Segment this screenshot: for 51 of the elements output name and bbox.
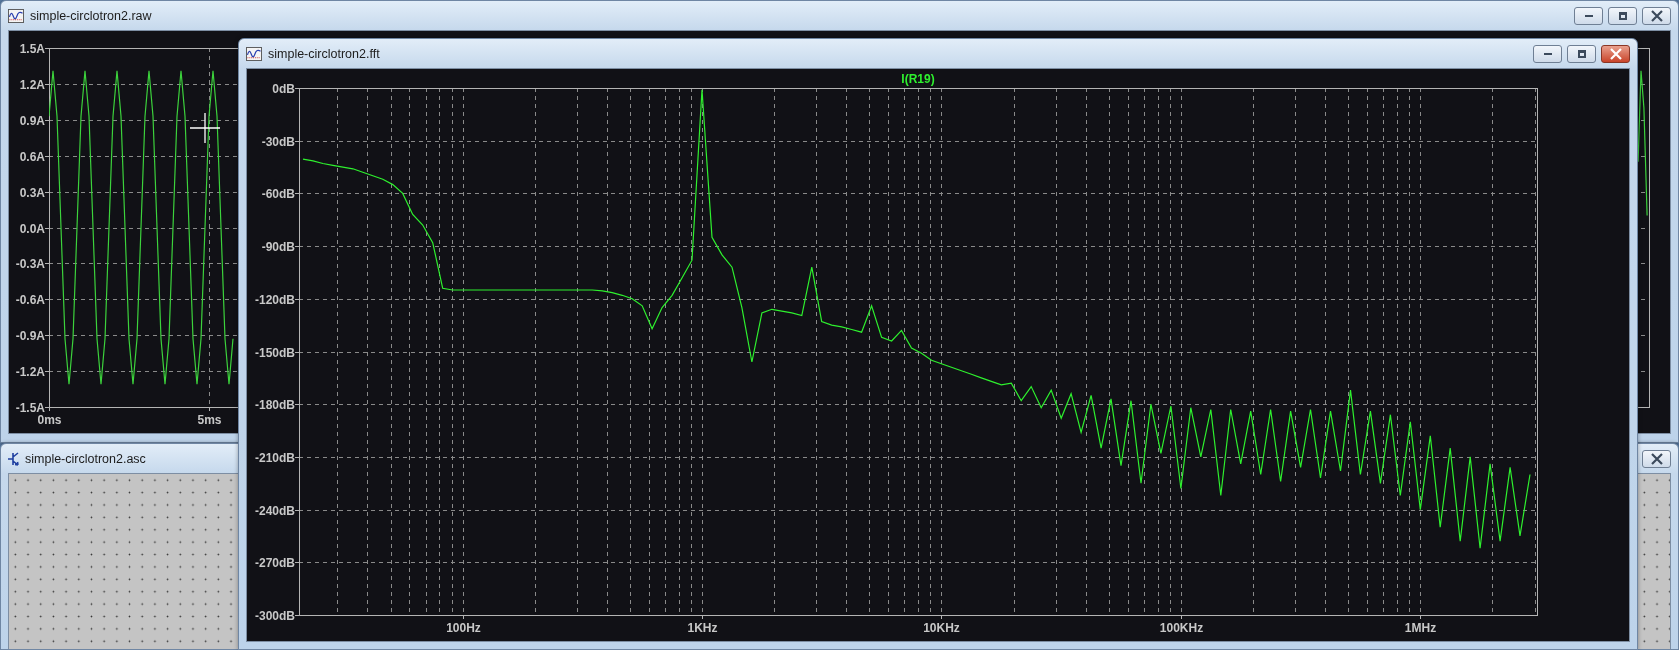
axis-label: 1.5A (19, 41, 45, 56)
axis-label: -150dB (255, 345, 295, 360)
axis-label: 1KHz (687, 621, 718, 635)
axis-label: 1MHz (1404, 621, 1437, 635)
axis-label: -1.2A (15, 364, 45, 379)
axis-label: 0.0A (19, 221, 45, 236)
axis-label: -180dB (255, 397, 295, 412)
maximize-button[interactable] (1608, 6, 1637, 25)
axis-label: -240dB (255, 503, 295, 518)
axis-label: 10KHz (923, 621, 960, 635)
minimize-button[interactable] (1533, 44, 1562, 63)
crosshair-cursor-icon (189, 112, 221, 144)
maximize-icon (1577, 49, 1586, 58)
axis-label: -120dB (255, 292, 295, 307)
minimize-icon (1543, 52, 1552, 55)
close-icon (1650, 452, 1663, 465)
close-icon (1650, 9, 1663, 22)
axis-label: -1.5A (15, 400, 45, 415)
close-button[interactable] (1601, 44, 1630, 63)
axis-label: 0.3A (19, 185, 45, 200)
axis-label: -30dB (261, 134, 295, 149)
window-title: simple-circlotron2.asc (25, 451, 146, 466)
transistor-icon (8, 451, 19, 466)
minimize-button[interactable] (1574, 6, 1603, 25)
axis-label: 0dB (272, 81, 295, 96)
axis-label: -60dB (261, 186, 295, 201)
axis-label: -0.6A (15, 292, 45, 307)
minimize-icon (1584, 14, 1593, 17)
axis-label: 100Hz (446, 621, 481, 635)
axis-label: -90dB (261, 239, 295, 254)
axis-label: -300dB (255, 608, 295, 623)
waveform-icon (246, 46, 262, 61)
axis-label: 100KHz (1159, 621, 1204, 635)
axis-label: -0.9A (15, 328, 45, 343)
axis-label: -270dB (255, 555, 295, 570)
axis-label: 0.6A (19, 149, 45, 164)
axis-label: 1.2A (19, 77, 45, 92)
maximize-icon (1618, 11, 1627, 20)
axis-label: -0.3A (15, 256, 45, 271)
axis-label: 0.9A (19, 113, 45, 128)
trace-label: I(R19) (901, 72, 935, 86)
close-icon (1609, 47, 1622, 60)
window-title: simple-circlotron2.fft (268, 46, 380, 61)
maximize-button[interactable] (1567, 44, 1596, 63)
waveform-icon (8, 8, 24, 23)
axis-label: -210dB (255, 450, 295, 465)
close-button[interactable] (1642, 449, 1671, 468)
close-button[interactable] (1642, 6, 1671, 25)
window-title: simple-circlotron2.raw (30, 8, 152, 23)
axis-label: 5ms (197, 413, 222, 427)
axis-label: 0ms (37, 413, 62, 427)
